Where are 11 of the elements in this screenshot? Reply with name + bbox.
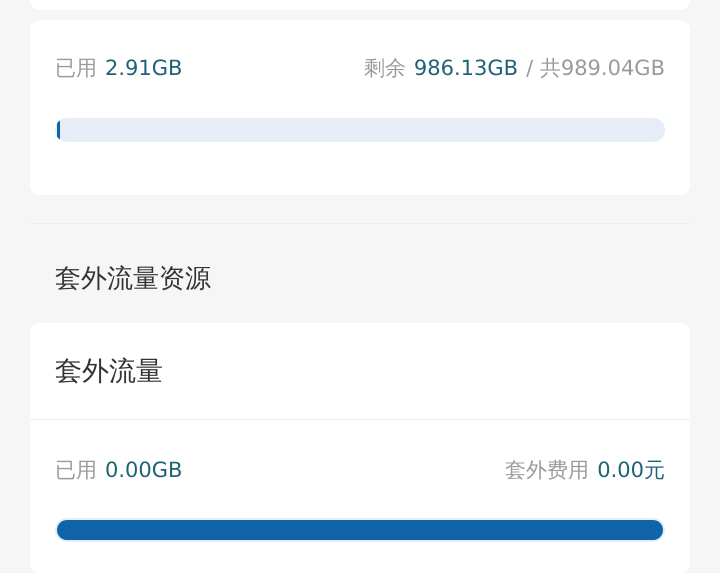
- remaining-label: 剩余: [364, 55, 406, 82]
- fee-label: 套外费用: [505, 457, 590, 484]
- section-title: 套外流量资源: [54, 262, 212, 296]
- used-label: 已用: [55, 55, 97, 82]
- card-title: 套外流量: [54, 355, 164, 389]
- used-value: 0.00GB: [105, 458, 182, 482]
- fee-value: 0.00元: [597, 457, 665, 484]
- used-label: 已用: [55, 457, 97, 484]
- remaining-value: 986.13GB: [414, 56, 518, 80]
- used-value: 2.91GB: [105, 56, 182, 80]
- total-value: / 共989.04GB: [526, 55, 665, 82]
